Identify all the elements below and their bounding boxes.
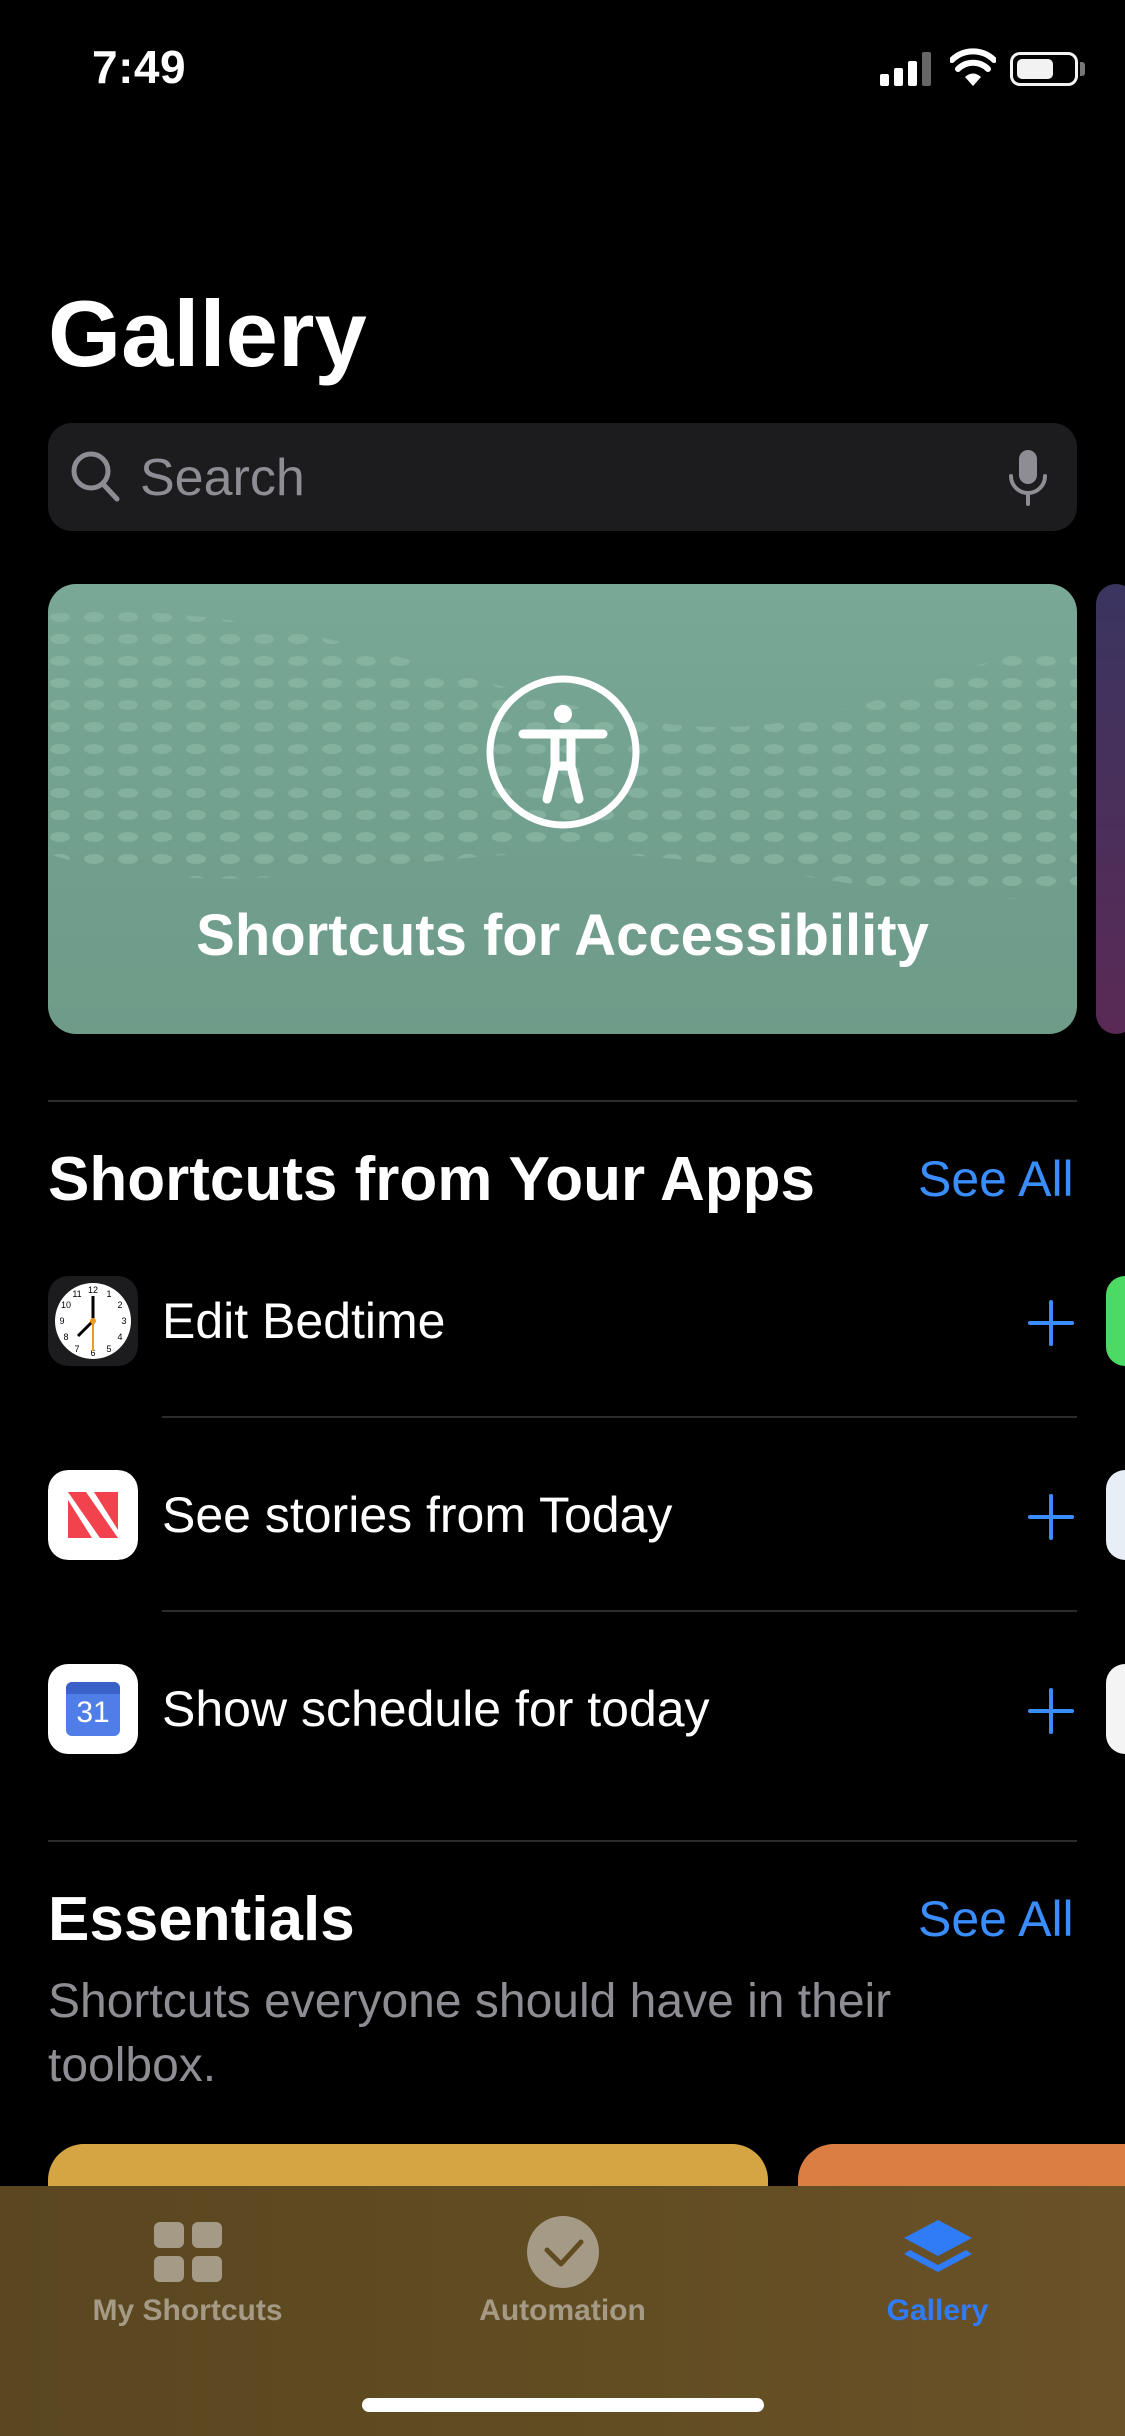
essentials-section-title: Essentials — [48, 1885, 355, 1954]
battery-tip — [1080, 62, 1085, 76]
news-icon — [48, 1470, 138, 1560]
row-divider — [162, 1610, 1077, 1612]
svg-text:5: 5 — [106, 1344, 111, 1354]
cellular-signal-icon — [880, 52, 932, 86]
shortcut-label: See stories from Today — [162, 1487, 673, 1543]
checkmark-circle-icon — [527, 2216, 599, 2288]
next-page-app-icon-peek — [1106, 1276, 1125, 1366]
hero-title: Shortcuts for Accessibility — [196, 903, 929, 968]
svg-text:12: 12 — [88, 1285, 98, 1295]
clock-icon: 126 39 12 45 78 1011 — [48, 1276, 138, 1366]
tab-label: My Shortcuts — [92, 2294, 283, 2327]
svg-text:1: 1 — [106, 1289, 111, 1299]
grid-icon — [154, 2222, 222, 2282]
row-divider — [162, 1416, 1077, 1418]
svg-text:3: 3 — [121, 1316, 126, 1326]
svg-text:9: 9 — [59, 1316, 64, 1326]
svg-text:7: 7 — [74, 1344, 79, 1354]
essentials-see-all-link[interactable]: See All — [918, 1890, 1074, 1948]
battery-icon — [1010, 52, 1078, 86]
accessibility-icon — [486, 675, 640, 829]
calendar-icon: 31 — [48, 1664, 138, 1754]
calendar-date: 31 — [76, 1696, 110, 1729]
add-shortcut-plus-icon[interactable] — [1028, 1300, 1074, 1346]
tab-gallery[interactable]: Gallery — [750, 2186, 1125, 2436]
section-divider — [48, 1100, 1077, 1102]
apps-section-title: Shortcuts from Your Apps — [48, 1145, 816, 1214]
svg-text:8: 8 — [63, 1332, 68, 1342]
page-title: Gallery — [48, 281, 367, 386]
status-time: 7:49 — [92, 41, 187, 93]
next-collection-card-peek[interactable] — [1096, 584, 1125, 1034]
shortcut-label: Edit Bedtime — [162, 1293, 446, 1349]
svg-text:11: 11 — [72, 1289, 81, 1299]
essentials-subtitle-line2: toolbox. — [48, 2039, 217, 2092]
add-shortcut-plus-icon[interactable] — [1028, 1688, 1074, 1734]
section-divider — [48, 1840, 1077, 1842]
next-page-app-icon-peek — [1106, 1470, 1125, 1560]
tab-my-shortcuts[interactable]: My Shortcuts — [0, 2186, 375, 2436]
microphone-icon[interactable] — [1006, 448, 1050, 508]
shortcut-label: Show schedule for today — [162, 1681, 710, 1737]
apps-see-all-link[interactable]: See All — [918, 1150, 1074, 1208]
next-page-app-icon-peek — [1106, 1664, 1125, 1754]
essentials-subtitle-line1: Shortcuts everyone should have in their — [48, 1975, 892, 2028]
svg-text:10: 10 — [61, 1300, 71, 1310]
search-icon — [71, 451, 120, 502]
wifi-icon — [950, 48, 996, 86]
svg-text:4: 4 — [117, 1332, 122, 1342]
add-shortcut-plus-icon[interactable] — [1028, 1494, 1074, 1540]
tab-label: Gallery — [886, 2294, 989, 2327]
layers-icon — [904, 2220, 972, 2272]
svg-text:2: 2 — [117, 1300, 122, 1310]
tab-label: Automation — [479, 2294, 646, 2327]
home-indicator[interactable] — [362, 2398, 764, 2412]
search-input[interactable] — [138, 423, 982, 533]
